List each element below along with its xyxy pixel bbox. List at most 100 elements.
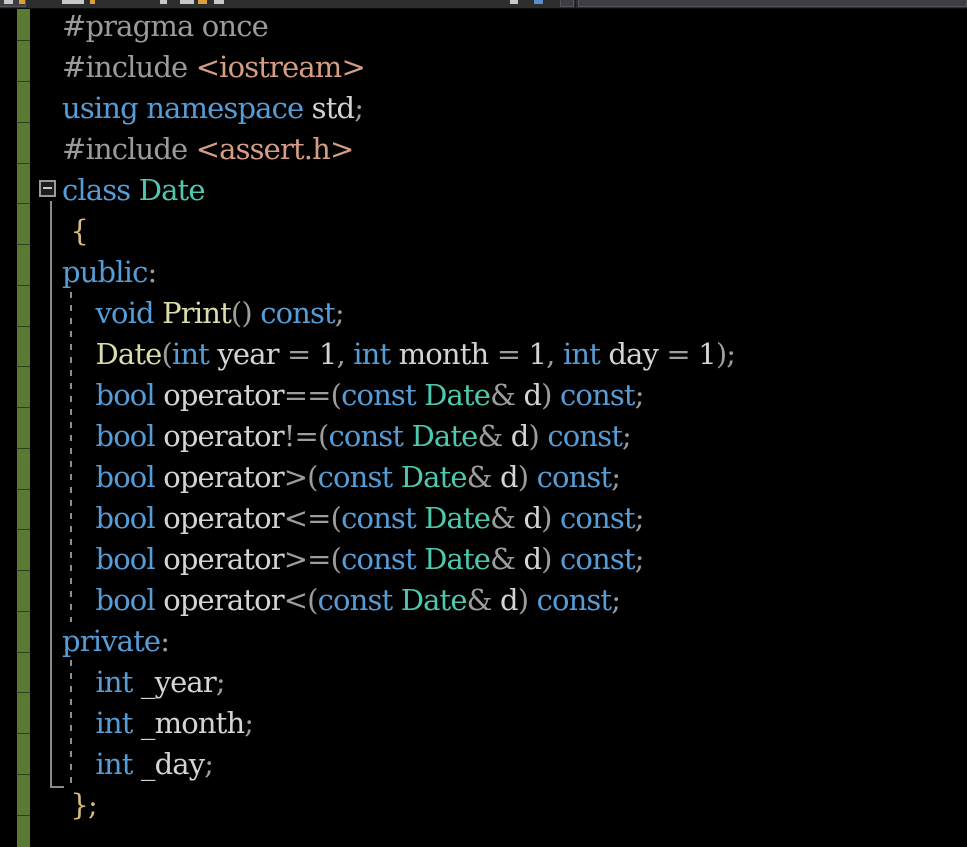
code-line[interactable]: #include <iostream> bbox=[62, 47, 366, 88]
code-token: private bbox=[62, 624, 161, 658]
code-line[interactable]: Date(int year = 1, int month = 1, int da… bbox=[62, 334, 736, 375]
code-token: const bbox=[560, 501, 636, 535]
toolbar-icon-g[interactable] bbox=[198, 0, 207, 4]
code-line[interactable]: void Print() const; bbox=[62, 293, 344, 334]
code-token: & bbox=[490, 378, 516, 412]
code-line[interactable]: #pragma once bbox=[62, 9, 269, 47]
code-token: operator bbox=[154, 419, 284, 453]
code-token: Date bbox=[411, 419, 479, 453]
toolbar-icon-a[interactable] bbox=[4, 0, 13, 4]
toolbar-strip[interactable] bbox=[0, 0, 967, 9]
code-token: d bbox=[502, 419, 530, 453]
code-token: ) bbox=[517, 460, 529, 494]
toolbar-dropdown-right[interactable] bbox=[578, 0, 967, 7]
code-line[interactable]: bool operator!=(const Date& d) const; bbox=[62, 416, 631, 457]
code-token: operator bbox=[154, 542, 284, 576]
code-token: const bbox=[536, 583, 613, 617]
code-token: : bbox=[147, 255, 158, 289]
code-token: bool bbox=[95, 460, 155, 494]
code-token: ); bbox=[715, 337, 736, 371]
code-line[interactable]: #include <assert.h> bbox=[62, 129, 355, 170]
code-token: bool bbox=[95, 542, 155, 576]
code-token: ; bbox=[244, 706, 254, 740]
code-token: const bbox=[328, 419, 404, 453]
toolbar-icon-h[interactable] bbox=[214, 0, 224, 4]
code-token: class bbox=[62, 173, 131, 207]
code-text-layer[interactable]: #pragma once #include <iostream> using nam… bbox=[0, 9, 967, 847]
code-line[interactable]: class Date bbox=[62, 170, 206, 211]
code-token: day bbox=[599, 337, 667, 371]
code-token: ) bbox=[541, 378, 552, 412]
toolbar-icon-d[interactable] bbox=[90, 0, 95, 4]
code-token: int bbox=[353, 337, 391, 371]
toolbar-icon-f[interactable] bbox=[180, 0, 194, 4]
code-token: <assert.h> bbox=[195, 132, 355, 166]
code-token: const bbox=[560, 378, 636, 412]
code-token: ; bbox=[215, 665, 226, 699]
code-line[interactable]: bool operator==(const Date& d) const; bbox=[62, 375, 644, 416]
code-token: year bbox=[208, 337, 288, 371]
code-line[interactable]: }; bbox=[62, 785, 97, 826]
code-token: <=( bbox=[283, 501, 342, 535]
toolbar-icon-j[interactable] bbox=[534, 0, 543, 4]
code-token: bool bbox=[95, 378, 155, 412]
code-token: Print bbox=[162, 296, 232, 330]
code-line[interactable]: int _year; bbox=[62, 662, 225, 703]
toolbar-dropdown-left[interactable] bbox=[560, 0, 574, 7]
code-token: ) bbox=[541, 542, 552, 576]
code-token: Date bbox=[400, 583, 468, 617]
code-token: const bbox=[260, 296, 336, 330]
code-token: = bbox=[666, 337, 690, 371]
code-token: const bbox=[317, 460, 394, 494]
toolbar-icon-c[interactable] bbox=[62, 0, 84, 4]
toolbar-icon-e[interactable] bbox=[160, 0, 167, 4]
code-line[interactable]: bool operator<=(const Date& d) const; bbox=[62, 498, 644, 539]
code-token: ; bbox=[611, 583, 621, 617]
code-token: Date bbox=[400, 460, 468, 494]
code-token: int bbox=[95, 665, 133, 699]
code-token: d bbox=[491, 460, 519, 494]
code-token: ) bbox=[541, 501, 552, 535]
code-token: Date bbox=[424, 378, 491, 412]
code-token: using namespace bbox=[62, 91, 304, 125]
toolbar-icon-b[interactable] bbox=[19, 0, 25, 4]
editor-viewport[interactable]: #pragma once #include <iostream> using nam… bbox=[0, 9, 967, 847]
code-token: Date bbox=[424, 501, 491, 535]
code-token: ==( bbox=[283, 378, 342, 412]
code-line[interactable]: bool operator>(const Date& d) const; bbox=[62, 457, 621, 498]
code-line[interactable]: int _day; bbox=[62, 744, 214, 785]
code-line[interactable]: public: bbox=[62, 252, 158, 293]
code-token: () bbox=[230, 296, 253, 330]
code-token: _year bbox=[132, 665, 217, 699]
code-token: ; bbox=[87, 788, 98, 822]
code-line[interactable]: bool operator>=(const Date& d) const; bbox=[62, 539, 644, 580]
code-token: ; bbox=[634, 542, 645, 576]
code-token: ) bbox=[517, 583, 529, 617]
code-token: ; bbox=[354, 91, 364, 125]
code-token: const bbox=[560, 542, 636, 576]
code-line[interactable]: private: bbox=[62, 621, 170, 662]
code-token: = bbox=[496, 337, 521, 371]
code-token: ) bbox=[528, 419, 540, 453]
code-token: !=( bbox=[283, 419, 330, 453]
code-token: Date bbox=[424, 542, 491, 576]
code-token: >( bbox=[283, 460, 319, 494]
code-line[interactable]: { bbox=[62, 211, 88, 252]
toolbar-icon-i[interactable] bbox=[510, 0, 518, 4]
code-line[interactable]: using namespace std; bbox=[62, 88, 364, 129]
code-token: operator bbox=[154, 378, 284, 412]
code-line[interactable]: int _month; bbox=[62, 703, 254, 744]
code-token: ; bbox=[204, 747, 214, 781]
code-token: , bbox=[546, 337, 563, 371]
code-token: & bbox=[466, 583, 493, 617]
code-token: bool bbox=[95, 501, 155, 535]
code-line[interactable]: bool operator<(const Date& d) const; bbox=[62, 580, 621, 621]
code-token: : bbox=[160, 624, 170, 658]
